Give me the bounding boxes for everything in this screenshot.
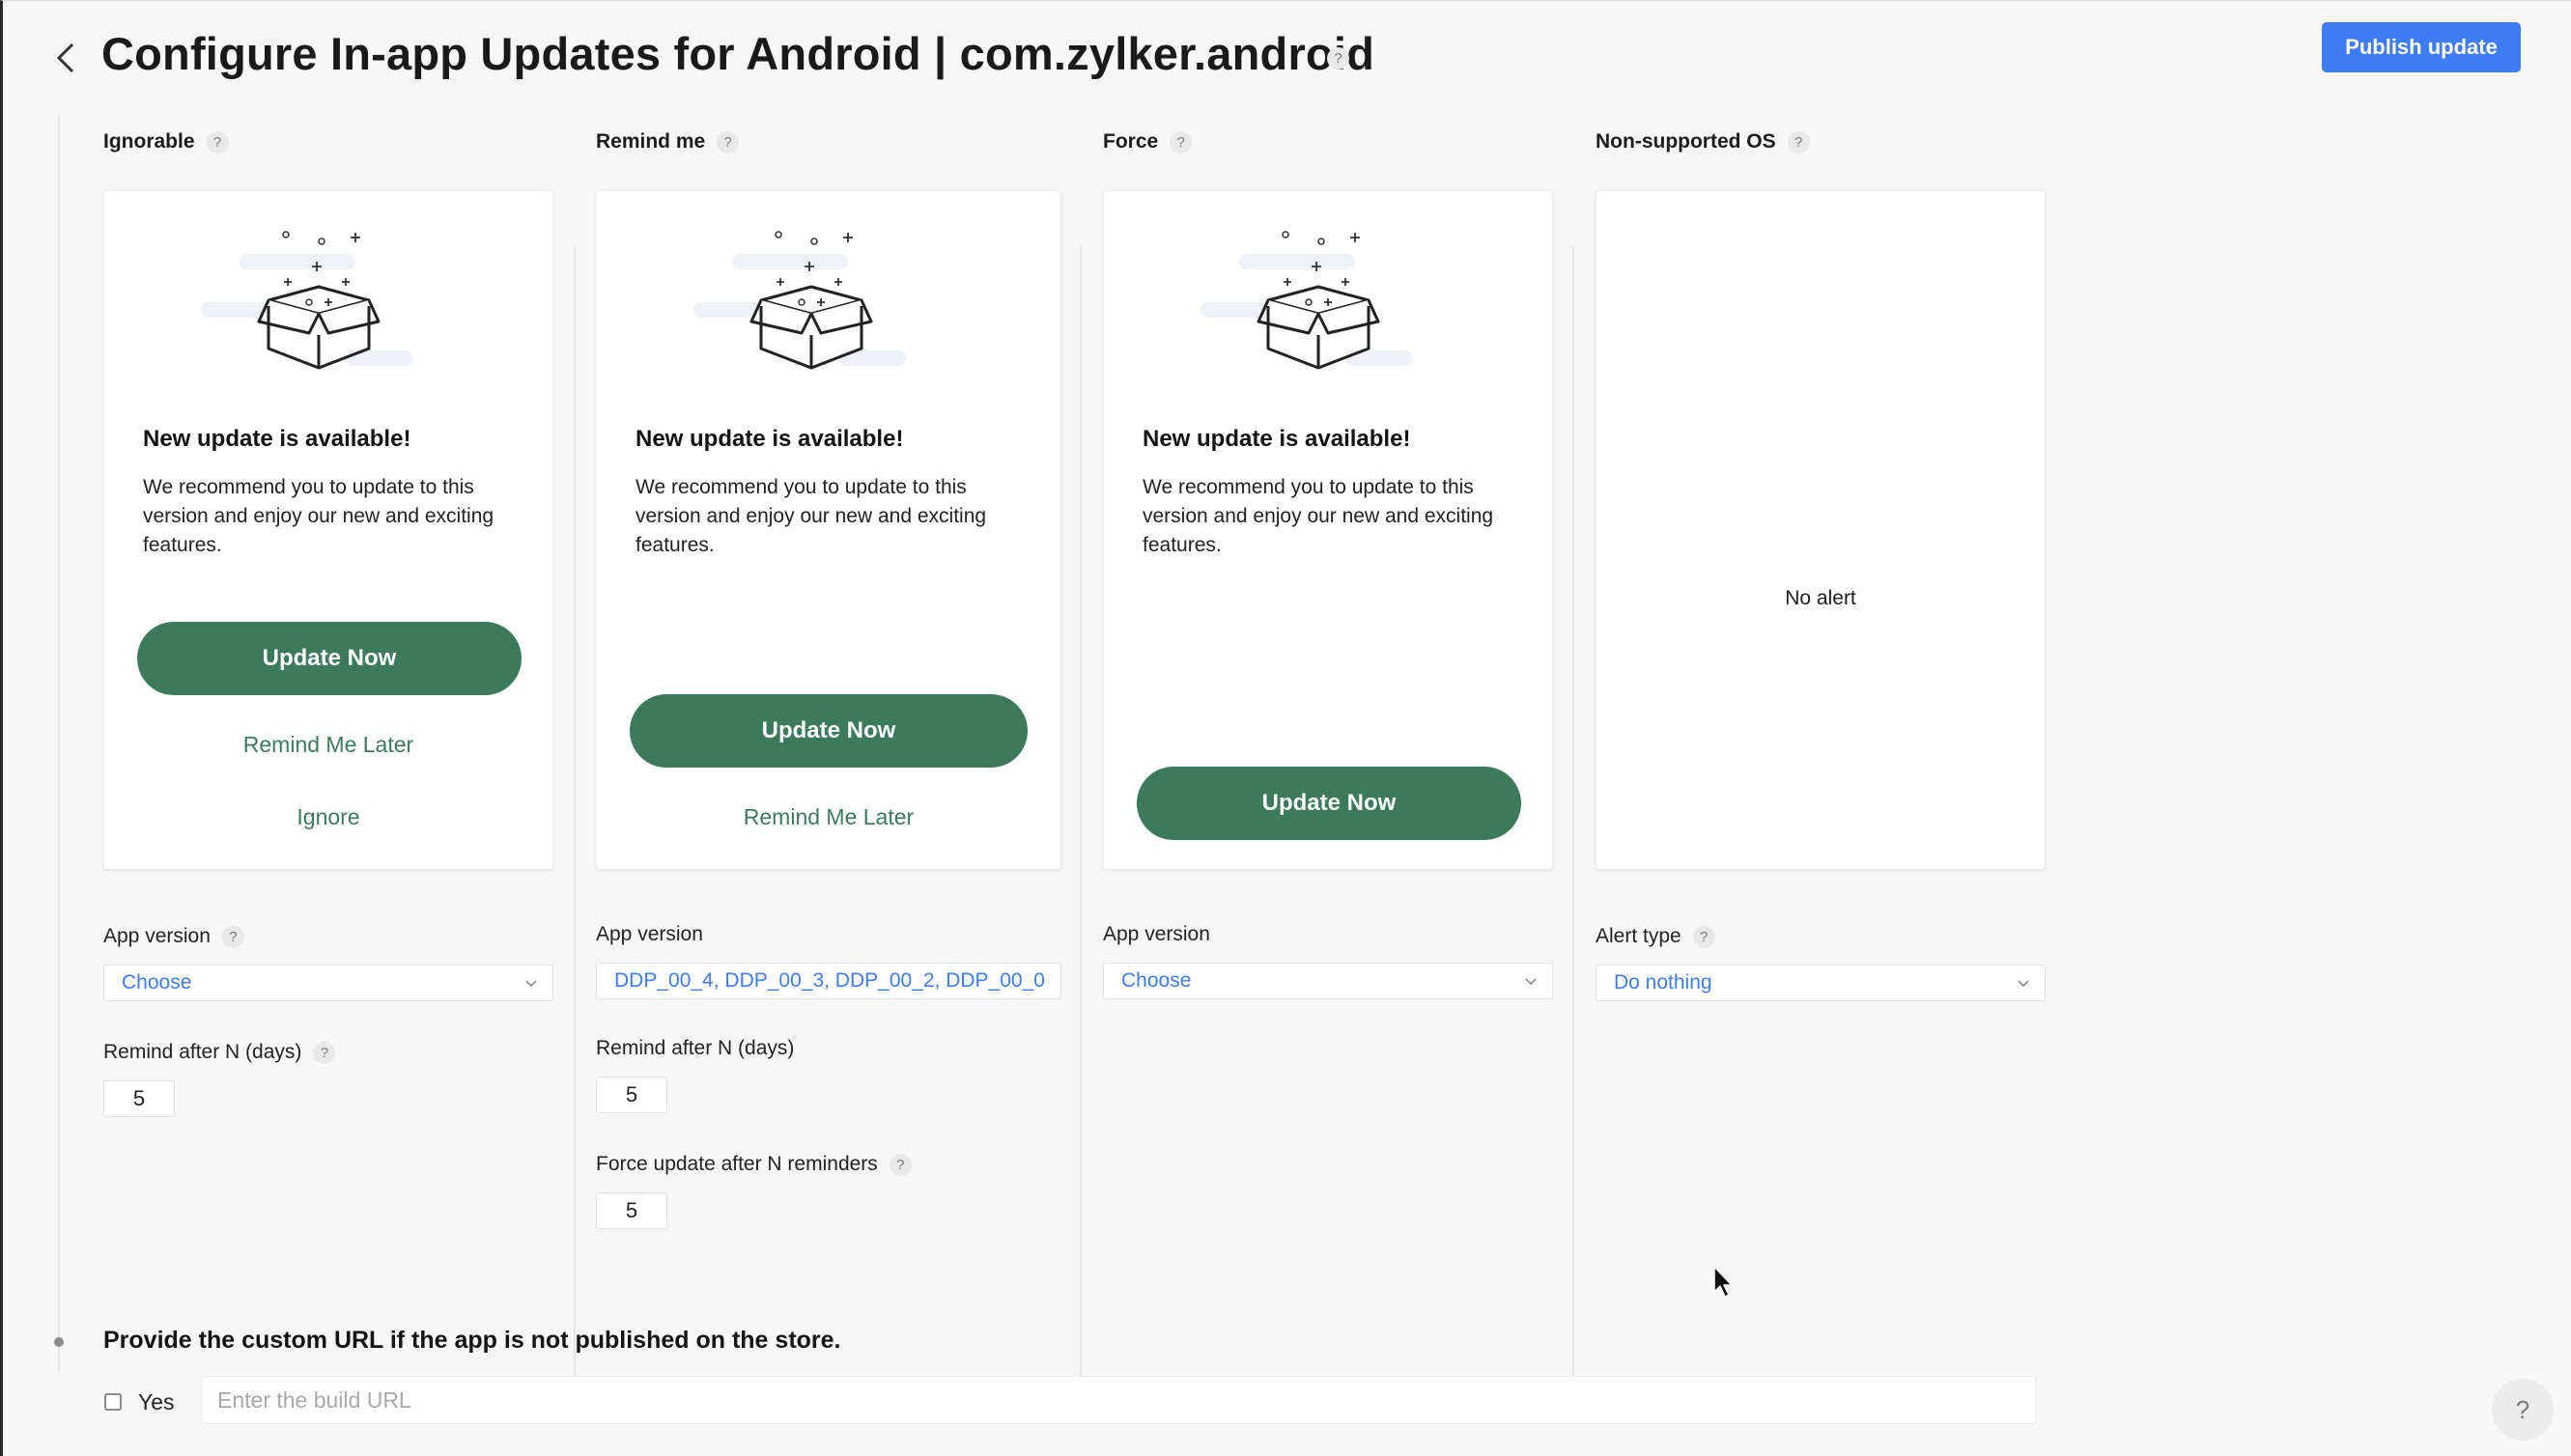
card-body: We recommend you to update to this versi…	[636, 476, 987, 556]
select-value: Do nothing	[1614, 971, 1712, 994]
column-divider	[1080, 246, 1082, 1376]
column-heading-label: Remind me	[596, 130, 706, 153]
chevron-down-icon	[2018, 980, 2029, 988]
help-icon[interactable]: ?	[206, 130, 229, 154]
app-version-select[interactable]: DDP_00_4, DDP_00_3, DDP_00_2, DDP_00_0	[596, 963, 1061, 999]
remind-days-input[interactable]: 5	[596, 1077, 667, 1113]
column-heading: Remind me ?	[596, 130, 740, 154]
column-divider	[574, 246, 576, 1376]
card-title: New update is available!	[636, 426, 904, 452]
column-heading-label: Force	[1103, 130, 1159, 153]
app-version-label: App version	[596, 923, 703, 945]
help-button[interactable]: ?	[2492, 1379, 2554, 1441]
help-icon[interactable]: ?	[1692, 925, 1715, 948]
remind-after-label: Remind after N (days)	[596, 1037, 795, 1059]
help-icon[interactable]: ?	[1787, 130, 1810, 154]
column-heading-label: Ignorable	[103, 130, 195, 153]
field-label-text: Alert type	[1596, 925, 1681, 947]
app-version-label: App version	[1103, 923, 1210, 945]
chevron-left-icon	[56, 42, 74, 73]
card-body: We recommend you to update to this versi…	[143, 476, 494, 556]
help-icon[interactable]: ?	[1170, 130, 1193, 154]
select-value: DDP_00_4, DDP_00_3, DDP_00_2, DDP_00_0	[614, 969, 1045, 992]
preview-card: New update is available! We recommend yo…	[1103, 190, 1553, 870]
remind-days-input[interactable]: 5	[103, 1080, 175, 1117]
build-url-input[interactable]: Enter the build URL	[201, 1376, 2036, 1424]
update-now-button[interactable]: Update Now	[630, 694, 1028, 768]
update-now-button[interactable]: Update Now	[1137, 767, 1521, 840]
card-title: New update is available!	[1143, 426, 1411, 452]
card-body: We recommend you to update to this versi…	[1143, 476, 1494, 556]
chevron-down-icon	[525, 980, 537, 988]
help-icon[interactable]: ?	[221, 925, 244, 948]
open-box-illustration-icon	[1201, 231, 1413, 370]
open-box-illustration-icon	[693, 231, 906, 370]
app-version-select[interactable]: Choose	[1103, 963, 1553, 999]
force-reminders-input[interactable]: 5	[596, 1192, 667, 1229]
timeline-line	[58, 116, 60, 1371]
app-version-select[interactable]: Choose	[103, 965, 553, 1001]
update-now-button[interactable]: Update Now	[137, 622, 522, 695]
column-heading-label: Non-supported OS	[1596, 130, 1776, 153]
preview-card: No alert	[1596, 190, 2046, 870]
card-title: New update is available!	[143, 426, 411, 452]
remind-after-label: Remind after N (days) ?	[103, 1041, 336, 1064]
preview-card: New update is available! We recommend yo…	[103, 190, 553, 870]
mouse-cursor-icon	[1713, 1266, 1733, 1298]
column-heading: Ignorable ?	[103, 130, 229, 154]
help-icon[interactable]: ?	[717, 130, 740, 154]
timeline-dot	[54, 1337, 64, 1347]
ignore-button[interactable]: Ignore	[104, 804, 552, 830]
help-icon[interactable]: ?	[1327, 47, 1349, 70]
publish-update-button[interactable]: Publish update	[2322, 22, 2521, 72]
select-value: Choose	[1121, 969, 1192, 992]
alert-type-label: Alert type ?	[1596, 925, 1715, 948]
open-box-illustration-icon	[201, 231, 413, 370]
field-label-text: Force update after N reminders	[596, 1153, 878, 1175]
page-title: Configure In-app Updates for Android | c…	[101, 28, 1375, 79]
alert-type-select[interactable]: Do nothing	[1596, 965, 2046, 1001]
app-version-label: App version ?	[103, 925, 244, 948]
checkbox-label: Yes	[138, 1389, 175, 1414]
page-header: Configure In-app Updates for Android | c…	[0, 0, 2571, 116]
column-heading: Non-supported OS ?	[1596, 130, 1810, 154]
help-icon[interactable]: ?	[889, 1153, 912, 1176]
preview-card: New update is available! We recommend yo…	[596, 190, 1061, 870]
force-update-label: Force update after N reminders ?	[596, 1153, 912, 1176]
remind-me-later-button[interactable]: Remind Me Later	[104, 732, 552, 758]
select-value: Choose	[122, 971, 192, 994]
custom-url-heading: Provide the custom URL if the app is not…	[103, 1327, 841, 1354]
remind-me-later-button[interactable]: Remind Me Later	[597, 804, 1060, 830]
chevron-down-icon	[1525, 978, 1537, 986]
back-button[interactable]	[48, 41, 83, 75]
column-divider	[1572, 246, 1574, 1376]
field-label-text: App version	[103, 925, 211, 947]
help-icon[interactable]: ?	[313, 1041, 336, 1064]
no-alert-text: No alert	[1785, 587, 1856, 609]
column-heading: Force ?	[1103, 130, 1193, 154]
custom-url-checkbox[interactable]	[104, 1393, 122, 1411]
field-label-text: Remind after N (days)	[103, 1041, 302, 1063]
